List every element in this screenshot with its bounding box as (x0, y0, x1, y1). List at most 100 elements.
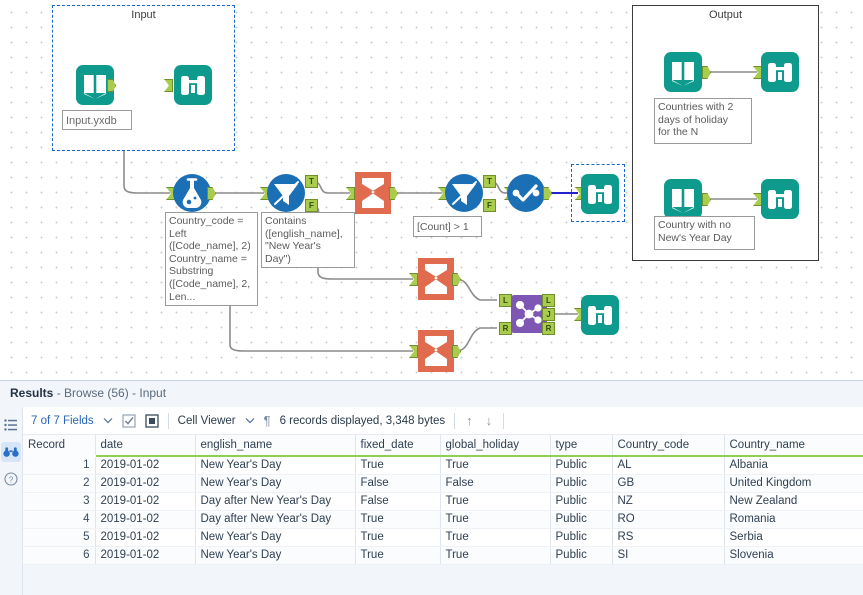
cell-record: 2 (23, 474, 96, 493)
results-header: Results - Browse (56) - Input (0, 381, 863, 407)
cell-country-name: Albania (724, 456, 863, 475)
col-header-country-name[interactable]: Country_name (724, 435, 863, 457)
cell-fixed-date: True (355, 510, 441, 529)
cell-global-holiday: True (440, 456, 551, 475)
table-row[interactable]: 3 2019-01-02 Day after New Year's Day Fa… (23, 492, 863, 511)
results-rail: ? (0, 407, 22, 595)
cell-country-code: RO (612, 510, 725, 529)
table-row[interactable]: 4 2019-01-02 Day after New Year's Day Tr… (23, 510, 863, 529)
cell-country-code: NZ (612, 492, 725, 511)
toolbar-divider-1 (167, 412, 169, 429)
results-subtitle: - Browse (56) - Input (53, 386, 167, 400)
cell-type: Public (550, 510, 613, 529)
filter-2-true-anchor[interactable]: T (483, 175, 496, 188)
formula-annotation: Country_code = Left ([Code_name], 2) Cou… (165, 212, 258, 306)
browse-tool-bottom[interactable] (580, 291, 620, 339)
results-title: Results (10, 386, 54, 400)
table-empty-area (23, 564, 863, 595)
binoculars-icon[interactable] (1, 442, 21, 462)
cell-english-name: New Year's Day (195, 546, 356, 565)
col-header-country-code[interactable]: Country_code (612, 435, 725, 457)
cell-type: Public (550, 492, 613, 511)
output-data-tool-1[interactable] (663, 47, 703, 97)
cell-global-holiday: False (440, 474, 551, 493)
summarize-tool-2[interactable] (416, 256, 456, 302)
cell-fixed-date: False (355, 474, 441, 493)
filter-2-false-anchor[interactable]: F (483, 199, 496, 212)
table-row[interactable]: 2 2019-01-02 New Year's Day False False … (23, 474, 863, 493)
cell-viewer-selector[interactable]: Cell Viewer (178, 415, 236, 427)
cell-country-name: New Zealand (724, 492, 863, 511)
browse-tool-output-2[interactable] (760, 174, 800, 224)
table-row[interactable]: 5 2019-01-02 New Year's Day True True Pu… (23, 528, 863, 547)
fields-selector[interactable]: 7 of 7 Fields (31, 415, 94, 427)
cell-fixed-date: False (355, 492, 441, 511)
cell-date: 2019-01-02 (95, 474, 196, 493)
col-header-record[interactable]: Record (23, 435, 96, 457)
filter-tool-1[interactable] (267, 171, 307, 215)
col-header-date[interactable]: date (95, 435, 196, 457)
browse-tool-selected[interactable] (580, 170, 620, 218)
cell-fixed-date: True (355, 528, 441, 547)
toolbar-divider-3 (503, 412, 505, 429)
workflow-canvas[interactable]: Input Input.yxdb Output Countries with 2… (0, 0, 863, 380)
scroll-down-button[interactable]: ↓ (484, 413, 495, 428)
filter-1-annotation: Contains ([english_name], "New Year's Da… (261, 212, 355, 268)
cell-fixed-date: True (355, 456, 441, 475)
box-x-icon[interactable] (145, 413, 159, 428)
alteryx-designer-window: Input Input.yxdb Output Countries with 2… (0, 0, 863, 595)
cell-type: Public (550, 528, 613, 547)
summarize-tool-1[interactable] (353, 170, 393, 216)
cell-date: 2019-01-02 (95, 546, 196, 565)
help-circle-icon[interactable]: ? (1, 469, 21, 489)
filter-1-true-anchor[interactable]: T (305, 175, 318, 188)
cell-type: Public (550, 474, 613, 493)
cell-english-name: Day after New Year's Day (195, 510, 356, 529)
pilcrow-icon[interactable]: ¶ (264, 413, 271, 428)
filter-tool-2[interactable] (445, 171, 485, 215)
col-header-english-name[interactable]: english_name (195, 435, 356, 457)
cell-english-name: New Year's Day (195, 528, 356, 547)
select-tool[interactable] (506, 172, 546, 214)
summarize-tool-3[interactable] (416, 328, 456, 374)
cell-record: 5 (23, 528, 96, 547)
cell-english-name: Day after New Year's Day (195, 492, 356, 511)
record-count-label: 6 records displayed, 3,348 bytes (279, 414, 446, 427)
join-join-output-anchor[interactable]: J (542, 308, 555, 321)
table-row[interactable]: 6 2019-01-02 New Year's Day True True Pu… (23, 546, 863, 565)
cell-country-code: AL (612, 456, 725, 475)
list-icon[interactable] (1, 415, 21, 435)
svg-text:?: ? (9, 475, 14, 484)
join-right-output-anchor[interactable]: R (542, 322, 555, 335)
cell-record: 3 (23, 492, 96, 511)
scroll-up-button[interactable]: ↑ (464, 413, 475, 428)
results-grid-area: 7 of 7 Fields Cell Viewer ¶ 6 records di… (22, 407, 863, 595)
cell-english-name: New Year's Day (195, 474, 356, 493)
cell-type: Public (550, 456, 613, 475)
cell-global-holiday: True (440, 510, 551, 529)
cell-date: 2019-01-02 (95, 510, 196, 529)
cell-record: 6 (23, 546, 96, 565)
results-body: ? 7 of 7 Fields Cell Viewer ¶ 6 records … (0, 407, 863, 595)
cell-english-name: New Year's Day (195, 456, 356, 475)
table-header-row: Record date english_name fixed_date glob… (23, 435, 863, 457)
filter-1-false-anchor[interactable]: F (305, 199, 318, 212)
table-body: 1 2019-01-02 New Year's Day True True Pu… (23, 456, 863, 565)
chevron-down-icon-2[interactable] (245, 416, 255, 426)
cell-date: 2019-01-02 (95, 456, 196, 475)
cell-country-code: SI (612, 546, 725, 565)
results-table: Record date english_name fixed_date glob… (23, 435, 863, 565)
col-header-type[interactable]: type (550, 435, 613, 457)
checkbox-checked-icon[interactable] (122, 413, 136, 428)
col-header-global-holiday[interactable]: global_holiday (440, 435, 551, 457)
join-left-output-anchor[interactable]: L (542, 294, 555, 307)
table-row[interactable]: 1 2019-01-02 New Year's Day True True Pu… (23, 456, 863, 475)
chevron-down-icon[interactable] (103, 416, 113, 426)
cell-country-code: RS (612, 528, 725, 547)
browse-tool-input[interactable] (173, 60, 213, 110)
col-header-fixed-date[interactable]: fixed_date (355, 435, 441, 457)
cell-type: Public (550, 546, 613, 565)
browse-tool-output-1[interactable] (760, 47, 800, 97)
toolbar-divider-2 (454, 412, 456, 429)
results-table-wrap[interactable]: Record date english_name fixed_date glob… (23, 435, 863, 595)
